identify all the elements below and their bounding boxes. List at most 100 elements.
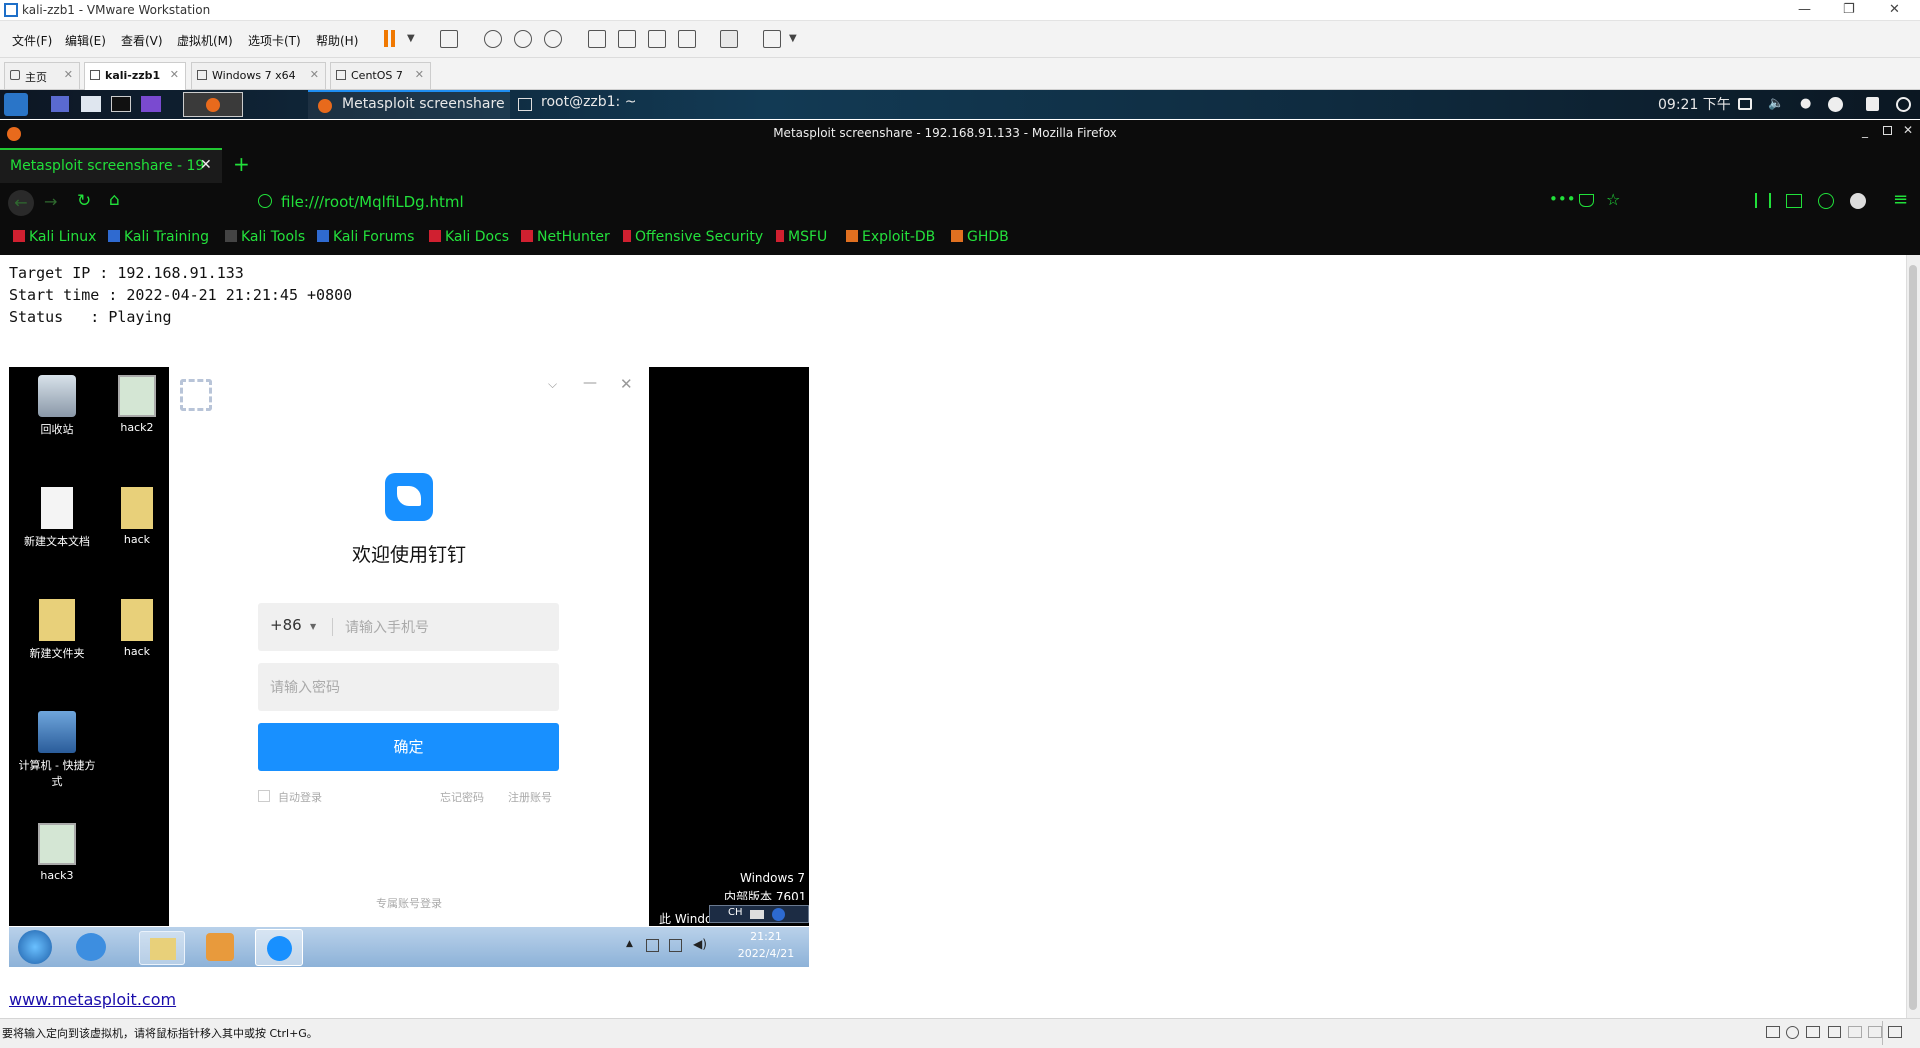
bookmark-kali-linux[interactable]: Kali Linux xyxy=(13,229,96,245)
close-icon[interactable]: ✕ xyxy=(64,68,73,81)
kali-menu-icon[interactable] xyxy=(4,93,28,116)
taskbar-terminal[interactable]: root@zzb1: ~ xyxy=(541,94,636,115)
metasploit-link[interactable]: www.metasploit.com xyxy=(9,990,176,1009)
restore-icon[interactable]: ❐ xyxy=(1843,2,1855,17)
tab-windows7[interactable]: Windows 7 x64 ✕ xyxy=(191,62,326,89)
menu-help[interactable]: 帮助(H) xyxy=(316,32,358,49)
dingtalk-login-window: ⌵ — ✕ 欢迎使用钉钉 +86 ▼ 请输入手机号 请输入密码 确定 自动登录 … xyxy=(169,367,649,926)
minimize-icon[interactable]: — xyxy=(1798,2,1811,17)
close-icon[interactable]: ✕ xyxy=(1889,2,1900,17)
menu-tabs[interactable]: 选项卡(T) xyxy=(248,32,301,49)
file-manager-icon[interactable] xyxy=(81,96,101,112)
hamburger-menu-icon[interactable]: ≡ xyxy=(1893,189,1908,210)
stretch-icon[interactable] xyxy=(763,30,781,48)
chevron-down-icon: ⌵ xyxy=(548,377,558,391)
sidebar-icon[interactable] xyxy=(1786,194,1802,208)
navigation-bar: ← → ↻ ⌂ file:///root/MqlfiLDg.html ••• ☆… xyxy=(0,183,1920,223)
chevron-down-icon[interactable]: ▼ xyxy=(789,33,797,44)
snapshot-manager-icon[interactable] xyxy=(544,30,562,48)
close-icon[interactable]: ✕ xyxy=(1903,123,1913,137)
message-icon[interactable] xyxy=(1888,1026,1902,1038)
show-desktop-icon[interactable] xyxy=(51,96,69,112)
thumbnail-icon[interactable] xyxy=(618,30,636,48)
vnc-icon[interactable] xyxy=(141,96,161,112)
display-icon[interactable] xyxy=(1868,1026,1882,1038)
forward-icon[interactable]: → xyxy=(44,192,57,211)
chevron-down-icon[interactable]: ▼ xyxy=(407,33,415,44)
vmware-tab-bar: 主页 ✕ kali-zzb1 ✕ Windows 7 x64 ✕ CentOS … xyxy=(0,58,1920,90)
send-ctrl-alt-del-icon[interactable] xyxy=(440,30,458,48)
tab-kali-zzb1[interactable]: kali-zzb1 ✕ xyxy=(84,62,186,90)
bookmark-kali-tools[interactable]: Kali Tools xyxy=(225,229,305,245)
folder-icon xyxy=(39,599,75,641)
country-code: +86 xyxy=(270,616,302,634)
unity-icon[interactable] xyxy=(678,30,696,48)
reload-icon[interactable]: ↻ xyxy=(77,191,91,211)
workspace-switcher[interactable] xyxy=(183,92,243,117)
chevron-down-icon: ▼ xyxy=(310,622,317,631)
bookmark-kali-training[interactable]: Kali Training xyxy=(108,229,209,245)
panel-clock[interactable]: 09:21 下午 xyxy=(1658,94,1731,115)
new-tab-icon[interactable]: + xyxy=(233,152,250,176)
close-icon[interactable]: ✕ xyxy=(310,68,319,81)
tab-home[interactable]: 主页 ✕ xyxy=(4,62,80,89)
bookmark-nethunter[interactable]: NetHunter xyxy=(521,229,610,245)
tab-label: Windows 7 x64 xyxy=(212,69,296,82)
snapshot-icon[interactable] xyxy=(484,30,502,48)
revert-snapshot-icon[interactable] xyxy=(514,30,532,48)
bookmark-exploit-db[interactable]: Exploit-DB xyxy=(846,229,935,245)
minimize-icon[interactable]: _ xyxy=(1862,124,1868,138)
vmware-menu-bar: 文件(F) 编辑(E) 查看(V) 虚拟机(M) 选项卡(T) 帮助(H) ▼ … xyxy=(0,21,1920,58)
display-icon[interactable] xyxy=(1738,98,1752,110)
network-icon[interactable] xyxy=(1828,97,1843,112)
bookmark-msfu[interactable]: MSFU xyxy=(776,229,827,245)
hard-disk-icon[interactable] xyxy=(1766,1026,1780,1038)
printer-icon[interactable] xyxy=(1848,1026,1862,1038)
bookmarks-toolbar: Kali Linux Kali Training Kali Tools Kali… xyxy=(0,223,1920,255)
sound-card-icon[interactable] xyxy=(1828,1026,1841,1038)
url-bar[interactable]: file:///root/MqlfiLDg.html xyxy=(281,193,464,211)
menu-file[interactable]: 文件(F) xyxy=(12,32,52,49)
bookmark-kali-forums[interactable]: Kali Forums xyxy=(317,229,414,245)
recycle-bin-icon xyxy=(38,375,76,417)
library-icon[interactable] xyxy=(588,30,606,48)
bookmark-kali-docs[interactable]: Kali Docs xyxy=(429,229,509,245)
library-icon[interactable] xyxy=(1755,193,1771,208)
vertical-scrollbar[interactable] xyxy=(1906,255,1920,1018)
console-icon[interactable] xyxy=(720,30,738,48)
full-screen-icon[interactable] xyxy=(648,30,666,48)
cd-drive-icon[interactable] xyxy=(1786,1026,1799,1039)
extension-icon[interactable] xyxy=(1850,193,1866,209)
home-icon[interactable]: ⌂ xyxy=(109,190,120,210)
info-icon[interactable] xyxy=(258,194,272,208)
account-icon[interactable] xyxy=(1818,193,1834,209)
terminal-icon[interactable] xyxy=(111,96,131,112)
notification-bell-icon[interactable]: ● xyxy=(1800,96,1811,111)
menu-vm[interactable]: 虚拟机(M) xyxy=(177,32,233,49)
bookmark-ghdb[interactable]: GHDB xyxy=(951,229,1009,245)
bookmark-star-icon[interactable]: ☆ xyxy=(1606,190,1620,209)
network-adapter-icon[interactable] xyxy=(1806,1026,1820,1038)
lock-icon[interactable] xyxy=(1866,97,1879,111)
win-watermark-3: 此 Windo xyxy=(659,912,713,926)
tab-centos7[interactable]: CentOS 7 ✕ xyxy=(330,62,431,89)
close-icon[interactable]: ✕ xyxy=(170,68,179,81)
browser-tab[interactable]: Metasploit screenshare - 19 ✕ xyxy=(0,148,222,183)
close-icon[interactable]: ✕ xyxy=(415,68,424,81)
page-actions-icon[interactable]: ••• xyxy=(1549,190,1576,208)
pocket-icon[interactable] xyxy=(1579,194,1594,207)
bookmark-offensive-security[interactable]: Offensive Security xyxy=(623,229,763,245)
internet-explorer-icon xyxy=(76,933,106,961)
power-icon[interactable] xyxy=(1896,97,1911,112)
taskbar-firefox[interactable]: Metasploit screenshare ... xyxy=(308,90,510,128)
volume-icon[interactable]: 🔈 xyxy=(1768,96,1784,111)
tab-label: CentOS 7 xyxy=(351,69,403,82)
pause-icon[interactable] xyxy=(384,30,388,47)
close-tab-icon[interactable]: ✕ xyxy=(200,157,212,173)
scrollbar-thumb[interactable] xyxy=(1909,265,1917,1010)
menu-view[interactable]: 查看(V) xyxy=(121,32,163,49)
help-icon xyxy=(772,908,785,921)
back-icon[interactable]: ← xyxy=(8,190,34,216)
menu-edit[interactable]: 编辑(E) xyxy=(65,32,106,49)
maximize-icon[interactable] xyxy=(1883,126,1892,135)
